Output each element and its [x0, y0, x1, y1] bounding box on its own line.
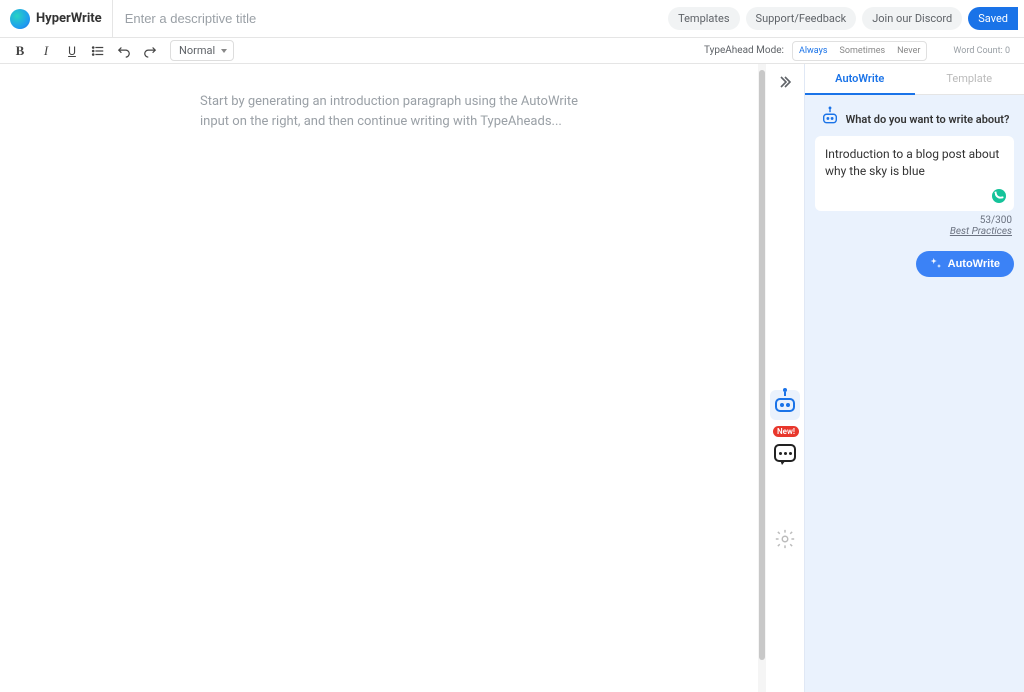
list-button[interactable]: [86, 40, 110, 62]
char-counter: 53/300: [980, 215, 1012, 226]
format-select[interactable]: Normal: [170, 40, 234, 61]
italic-icon: I: [44, 43, 48, 59]
document-title-input[interactable]: [113, 11, 668, 26]
autowrite-button[interactable]: AutoWrite: [916, 251, 1014, 277]
templates-button[interactable]: Templates: [668, 7, 739, 30]
best-practices-link[interactable]: Best Practices: [950, 226, 1012, 237]
typeahead-never[interactable]: Never: [893, 44, 924, 58]
undo-icon: [117, 44, 131, 58]
bold-button[interactable]: B: [8, 40, 32, 62]
tab-template[interactable]: Template: [915, 64, 1024, 95]
typeahead-sometimes[interactable]: Sometimes: [836, 44, 890, 58]
redo-icon: [143, 44, 157, 58]
typeahead-mode-label: TypeAhead Mode:: [704, 45, 784, 56]
new-badge: New!: [773, 426, 799, 437]
join-discord-button[interactable]: Join our Discord: [862, 7, 962, 30]
gear-icon: [774, 528, 796, 550]
brand-name: HyperWrite: [36, 11, 102, 26]
bot-icon: [823, 114, 837, 126]
autowrite-button-label: AutoWrite: [948, 258, 1000, 270]
magic-icon: [930, 258, 942, 270]
autowrite-prompt-heading: What do you want to write about?: [846, 113, 1010, 126]
collapse-panel-button[interactable]: [771, 70, 799, 94]
scrollbar-thumb[interactable]: [759, 70, 765, 660]
word-count: Word Count: 0: [953, 46, 1010, 56]
list-icon: [91, 44, 105, 58]
autowrite-dock-button[interactable]: [770, 390, 800, 420]
tab-autowrite[interactable]: AutoWrite: [805, 64, 915, 95]
settings-dock-button[interactable]: [770, 524, 800, 554]
chevron-double-right-icon: [777, 74, 793, 90]
logo[interactable]: HyperWrite: [10, 0, 113, 37]
chat-icon: [774, 444, 796, 462]
redo-button[interactable]: [138, 40, 162, 62]
underline-icon: U: [68, 44, 76, 58]
italic-button[interactable]: I: [34, 40, 58, 62]
underline-button[interactable]: U: [60, 40, 84, 62]
typeahead-always[interactable]: Always: [795, 44, 832, 58]
undo-button[interactable]: [112, 40, 136, 62]
bot-icon: [784, 392, 786, 396]
chat-dock-button[interactable]: New!: [770, 438, 800, 468]
editor-placeholder: Start by generating an introduction para…: [200, 92, 580, 132]
editor-area[interactable]: Start by generating an introduction para…: [0, 64, 766, 692]
editor-scrollbar[interactable]: [758, 64, 766, 692]
logo-icon: [10, 9, 30, 29]
autowrite-input[interactable]: Introduction to a blog post about why th…: [815, 136, 1014, 211]
bold-icon: B: [16, 43, 25, 59]
grammarly-icon: [992, 189, 1006, 203]
support-feedback-button[interactable]: Support/Feedback: [746, 7, 857, 30]
saved-status[interactable]: Saved: [968, 7, 1018, 30]
typeahead-mode-group: Always Sometimes Never: [792, 41, 927, 61]
